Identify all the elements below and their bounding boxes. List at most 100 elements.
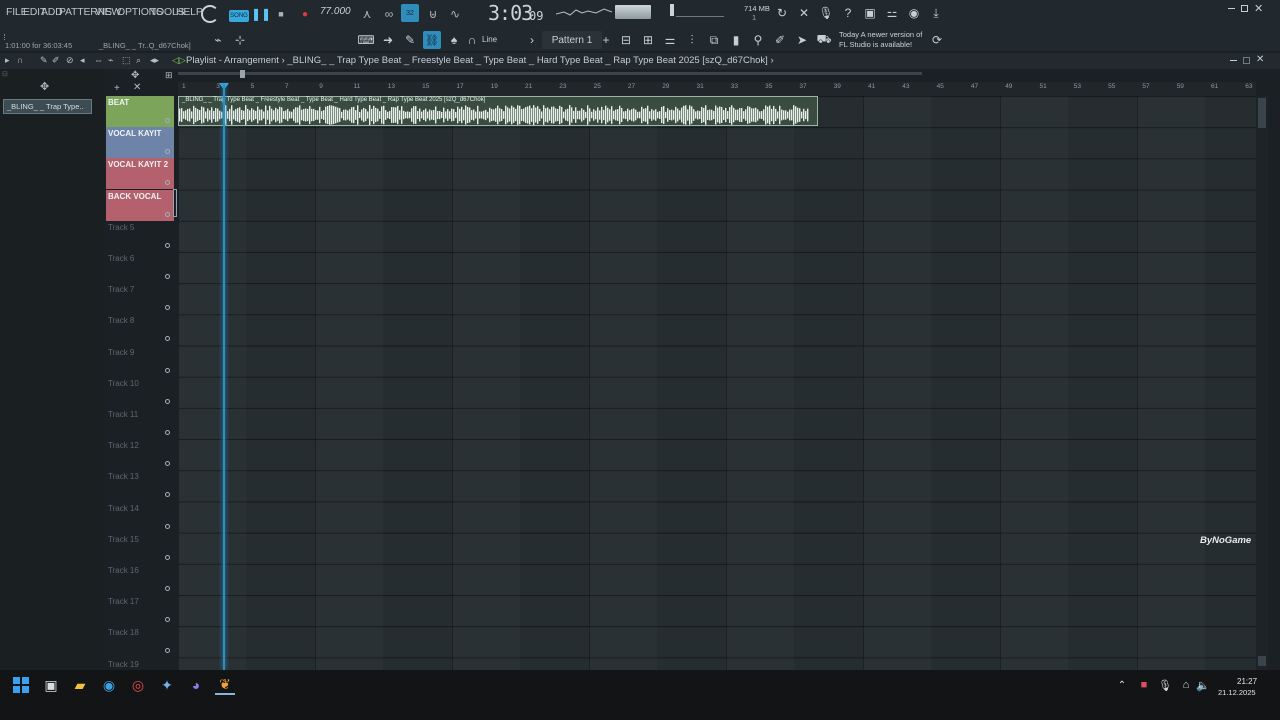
tray-volume-icon[interactable]: 🔈: [1193, 675, 1213, 695]
track-header[interactable]: Track 13: [106, 470, 174, 501]
loop-record-icon[interactable]: ∿: [446, 5, 464, 23]
track-enable-icon[interactable]: [165, 149, 170, 155]
tray-app-icon[interactable]: ■: [1134, 675, 1154, 695]
metronome-icon[interactable]: ⋏: [358, 5, 376, 23]
track-header[interactable]: Track 10: [106, 377, 174, 408]
playlist-minimize-icon[interactable]: [1230, 60, 1237, 61]
track-move-icon[interactable]: ✥: [131, 70, 139, 81]
cart-icon[interactable]: ⛟: [816, 32, 832, 48]
horizontal-scrollbar[interactable]: [178, 72, 922, 75]
track-resize-handle[interactable]: [173, 189, 177, 217]
task-view-icon[interactable]: ▣: [41, 675, 61, 695]
magnet-icon[interactable]: ∩: [464, 32, 480, 48]
window-minimize-icon[interactable]: [1228, 8, 1235, 9]
update-icon[interactable]: ⟳: [929, 32, 945, 48]
track-enable-icon[interactable]: [165, 336, 170, 342]
track-header[interactable]: Track 15: [106, 533, 174, 564]
song-mode-toggle[interactable]: SONG: [229, 10, 249, 22]
picker-add-icon[interactable]: ✥: [40, 80, 49, 93]
track-enable-icon[interactable]: [165, 242, 170, 248]
track-enable-icon[interactable]: [165, 554, 170, 560]
windows-start-icon[interactable]: [11, 675, 31, 695]
browser-icon[interactable]: ⧉: [706, 32, 722, 48]
microphone-icon[interactable]: 🎙: [818, 5, 834, 21]
plug-icon[interactable]: ⚲: [750, 32, 766, 48]
pattern-picker-icon[interactable]: ⌁: [210, 32, 226, 48]
picker-toggle-icon[interactable]: ⊟: [2, 70, 24, 78]
plugin-icon[interactable]: ▮: [728, 32, 744, 48]
pencil-icon[interactable]: ✎: [402, 32, 418, 48]
track-header[interactable]: Track 8: [106, 314, 174, 345]
playlist-options-icon[interactable]: ▸: [5, 55, 10, 66]
track-enable-icon[interactable]: [165, 305, 170, 311]
song-time[interactable]: 3:03: [488, 1, 533, 25]
track-enable-icon[interactable]: [165, 492, 170, 498]
track-enable-icon[interactable]: [165, 586, 170, 591]
undo-history-icon[interactable]: ↻: [774, 5, 790, 21]
remove-track-icon[interactable]: ✕: [133, 82, 141, 93]
link-icon[interactable]: ⛓: [423, 31, 441, 49]
slip-tool-icon[interactable]: ⇔: [94, 55, 103, 65]
slice-tool-icon[interactable]: ⌁: [108, 55, 113, 66]
track-header[interactable]: BEAT: [106, 96, 174, 127]
track-enable-icon[interactable]: [165, 211, 170, 217]
pattern-selector[interactable]: Pattern 1: [542, 31, 602, 49]
playlist-icon[interactable]: ⊟: [618, 32, 634, 48]
add-track-icon[interactable]: +: [114, 83, 120, 94]
scrollbar-handle[interactable]: [240, 70, 245, 78]
track-enable-icon[interactable]: [165, 118, 170, 123]
taskbar-time[interactable]: 21:27: [1237, 677, 1257, 686]
delete-tool-icon[interactable]: ⊘: [66, 55, 74, 66]
track-enable-icon[interactable]: [165, 648, 170, 654]
tempo-display[interactable]: 77.000: [320, 6, 351, 17]
picker-item-audio-clip[interactable]: _BLING_ _ Trap Type..: [3, 99, 92, 114]
chrome-browser-icon[interactable]: ◎: [128, 675, 148, 695]
stamp-icon[interactable]: ♠: [446, 32, 462, 48]
stop-icon[interactable]: ■: [272, 5, 290, 23]
track-header[interactable]: Track 11: [106, 408, 174, 439]
step-edit-icon[interactable]: 32: [401, 4, 419, 22]
track-header[interactable]: Track 12: [106, 439, 174, 470]
master-pitch-slider[interactable]: [670, 4, 674, 16]
track-enable-icon[interactable]: [165, 180, 170, 186]
track-enable-icon[interactable]: [165, 367, 170, 373]
audio-clip[interactable]: _BLING_ _ Trap Type Beat _ Freestyle Bea…: [178, 96, 818, 126]
menu-help[interactable]: HELP: [176, 6, 203, 18]
select-tool-icon[interactable]: ⬚: [122, 55, 131, 66]
record-icon[interactable]: ●: [296, 5, 314, 23]
zoom-tool-icon[interactable]: ⌕: [136, 55, 141, 66]
playback-tool-icon[interactable]: ◂▸: [150, 55, 159, 66]
window-close-icon[interactable]: ✕: [1254, 2, 1263, 15]
track-enable-icon[interactable]: [165, 430, 170, 435]
vertical-scroll-bottom[interactable]: [1258, 656, 1266, 666]
playhead-line[interactable]: [223, 84, 225, 670]
pattern-prev-icon[interactable]: ›: [524, 32, 540, 48]
track-header[interactable]: Track 16: [106, 564, 174, 595]
track-enable-icon[interactable]: [165, 461, 170, 467]
track-header[interactable]: Track 5: [106, 221, 174, 252]
tray-microphone-icon[interactable]: 🎙: [1155, 675, 1175, 695]
snap-mode-icon[interactable]: ⊹: [232, 32, 248, 48]
mixer-icon[interactable]: ⚍: [884, 5, 900, 21]
blend-notes-icon[interactable]: ⊎: [424, 5, 442, 23]
track-header[interactable]: Track 9: [106, 346, 174, 377]
edge-browser-icon[interactable]: ◉: [99, 675, 119, 695]
track-enable-icon[interactable]: [165, 523, 170, 529]
wait-icon[interactable]: ∞: [380, 5, 398, 23]
magnet-snap-icon[interactable]: ∩: [17, 55, 23, 65]
mixer-view-icon[interactable]: ⚌: [662, 32, 678, 48]
discord-icon[interactable]: ◕: [186, 675, 206, 695]
arrow-tool-icon[interactable]: ➜: [380, 32, 396, 48]
mute-tool-icon[interactable]: ◂: [80, 55, 85, 66]
track-header[interactable]: VOCAL KAYIT 2: [106, 158, 174, 190]
track-enable-icon[interactable]: [165, 274, 170, 279]
playlist-maximize-icon[interactable]: [1243, 57, 1250, 64]
pause-icon[interactable]: ❚❚: [251, 5, 271, 23]
send-icon[interactable]: ➤: [794, 32, 810, 48]
vertical-scroll-handle[interactable]: [1258, 98, 1266, 128]
channel-rack-icon[interactable]: ⊞: [640, 32, 656, 48]
track-header[interactable]: BACK VOCAL: [106, 189, 174, 221]
file-explorer-icon[interactable]: ▰: [70, 675, 90, 695]
nav-arrows-icon[interactable]: ◁▷: [172, 55, 186, 66]
track-grid-icon[interactable]: ⊞: [165, 70, 173, 81]
